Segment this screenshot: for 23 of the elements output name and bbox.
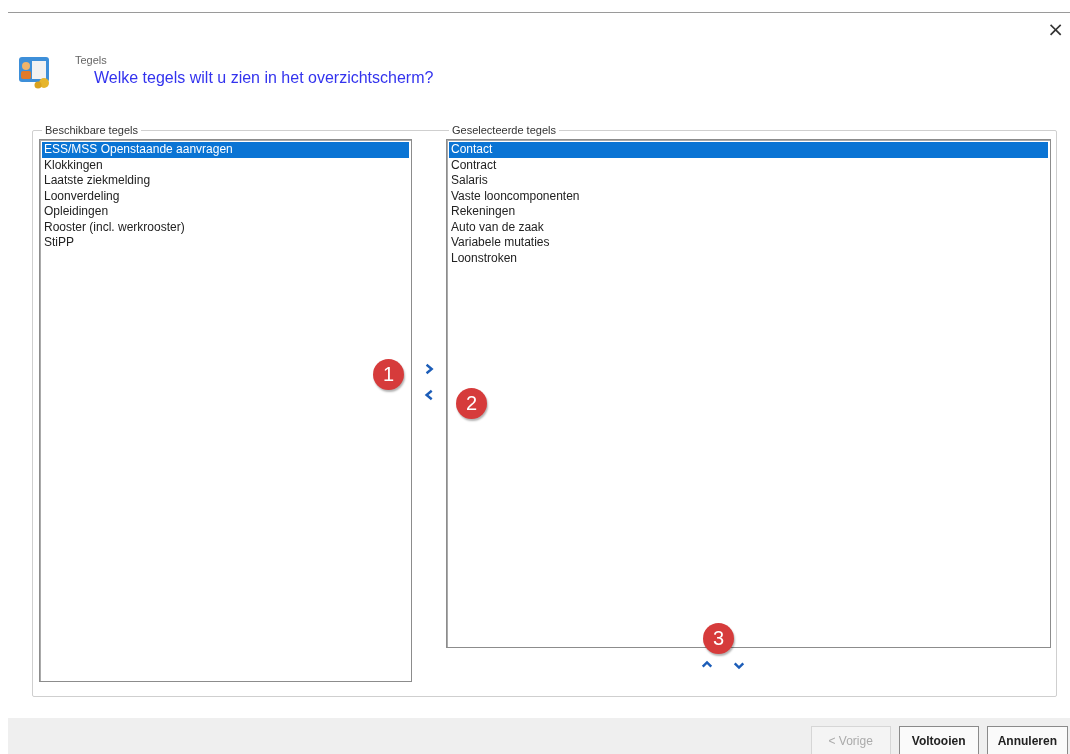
list-legend: Geselecteerde tegels xyxy=(449,123,559,137)
wizard-button[interactable]: Annuleren xyxy=(986,726,1068,754)
wizard-button[interactable]: Voltooien xyxy=(898,726,979,754)
list-legend: Beschikbare tegels xyxy=(42,123,141,137)
list-item[interactable]: Auto van de zaak xyxy=(449,219,1048,235)
list-item[interactable]: Rooster (incl. werkrooster) xyxy=(42,219,409,235)
list-item[interactable]: Loonverdeling xyxy=(42,188,409,204)
chevron-right-icon[interactable] xyxy=(423,362,436,376)
close-button[interactable]: × xyxy=(1043,16,1068,42)
list-item[interactable]: Contract xyxy=(449,157,1048,173)
list-item[interactable]: Laatste ziekmelding xyxy=(42,173,409,189)
list-item[interactable]: ESS/MSS Openstaande aanvragen xyxy=(42,142,409,158)
list-item[interactable]: Variabele mutaties xyxy=(449,235,1048,251)
list-item[interactable]: Vaste looncomponenten xyxy=(449,188,1048,204)
list-item[interactable]: Loonstroken xyxy=(449,250,1048,266)
step-question: Welke tegels wilt u zien in het overzichtscherm? xyxy=(94,69,434,87)
list-item[interactable]: StiPP xyxy=(42,235,409,251)
list-item[interactable]: Salaris xyxy=(449,173,1048,189)
list-item[interactable]: Klokkingen xyxy=(42,157,409,173)
list-item[interactable]: Opleidingen xyxy=(42,204,409,220)
step-title: Tegels xyxy=(75,54,108,66)
list-item[interactable]: Rekeningen xyxy=(449,204,1048,220)
list-item[interactable]: Contact xyxy=(449,142,1048,158)
